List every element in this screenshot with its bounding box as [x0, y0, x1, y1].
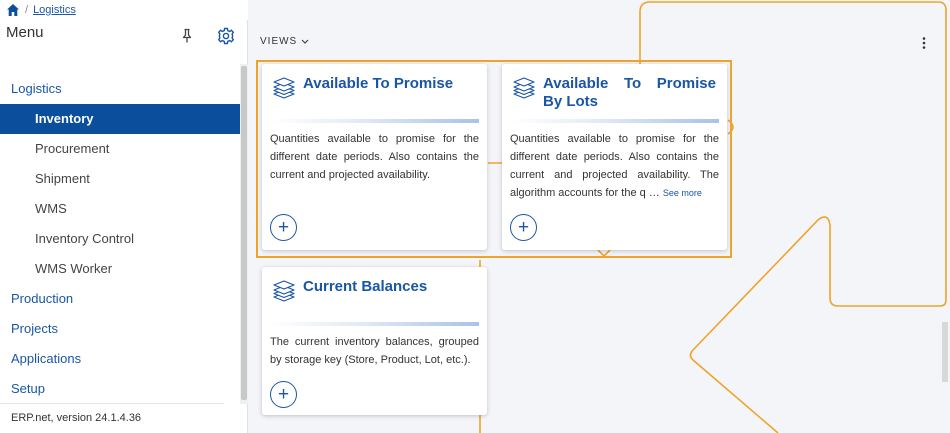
kebab-menu-icon[interactable]: [918, 36, 930, 50]
sidebar: Menu Logistics Inventory Procurement Shi…: [0, 20, 248, 433]
menu-list: Logistics Inventory Procurement Shipment…: [0, 74, 240, 404]
menu-item-projects[interactable]: Projects: [0, 314, 240, 344]
menu-item-inventory[interactable]: Inventory: [0, 104, 240, 134]
chevron-down-icon: [301, 39, 309, 44]
menu-item-applications[interactable]: Applications: [0, 344, 240, 374]
menu-title: Menu: [6, 24, 44, 41]
menu-item-logistics[interactable]: Logistics: [0, 74, 240, 104]
card-description: The current inventory balances, grouped …: [270, 336, 479, 366]
pin-icon[interactable]: [180, 28, 194, 44]
main-content: VIEWS Available To Promise Quantities av…: [248, 0, 950, 433]
breadcrumb-link-logistics[interactable]: Logistics: [33, 4, 76, 16]
version-label: ERP.net, version 24.1.4.36: [0, 403, 224, 433]
gear-icon[interactable]: [216, 26, 236, 46]
views-label: VIEWS: [260, 36, 298, 47]
card-current-balances[interactable]: Current Balances The current inventory b…: [262, 267, 487, 415]
card-divider: [271, 322, 479, 326]
views-dropdown[interactable]: VIEWS: [260, 36, 309, 47]
card-title[interactable]: Current Balances: [303, 278, 478, 296]
add-button[interactable]: +: [270, 381, 297, 408]
menu-item-wms-worker[interactable]: WMS Worker: [0, 254, 240, 284]
breadcrumb-separator: /: [25, 4, 29, 16]
scrollbar-thumb[interactable]: [241, 66, 247, 400]
stack-icon: [272, 279, 296, 303]
menu-item-procurement[interactable]: Procurement: [0, 134, 240, 164]
menu-item-wms[interactable]: WMS: [0, 194, 240, 224]
breadcrumb: / Logistics: [0, 0, 248, 20]
menu-item-setup[interactable]: Setup: [0, 374, 240, 404]
menu-item-production[interactable]: Production: [0, 284, 240, 314]
highlight-box: [256, 60, 732, 258]
menu-item-shipment[interactable]: Shipment: [0, 164, 240, 194]
home-icon[interactable]: [6, 3, 20, 17]
menu-item-inventory-control[interactable]: Inventory Control: [0, 224, 240, 254]
menu-header: Menu: [0, 20, 247, 64]
